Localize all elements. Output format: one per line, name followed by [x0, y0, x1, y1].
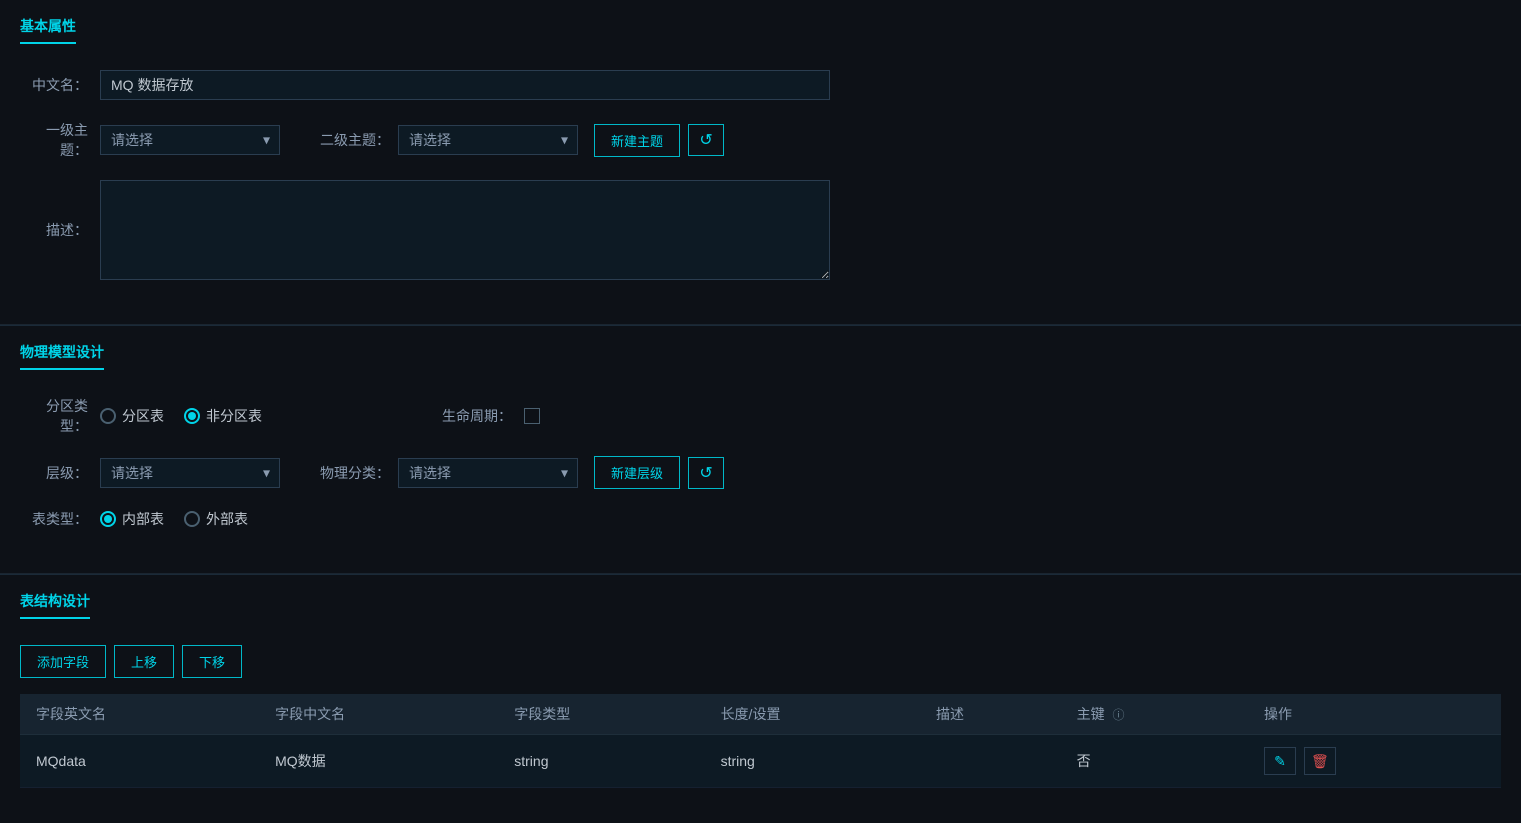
basic-section-title: 基本属性	[20, 16, 76, 44]
internal-table-radio[interactable]: 内部表	[100, 509, 164, 529]
col-field-english-name: 字段英文名	[20, 694, 259, 735]
external-table-label: 外部表	[206, 509, 248, 529]
non-partition-table-radio[interactable]: 非分区表	[184, 406, 262, 426]
table-type-row: 表类型： 内部表 外部表	[20, 509, 1501, 529]
physical-category-select-wrapper: 请选择	[398, 458, 578, 488]
add-field-button[interactable]: 添加字段	[20, 645, 106, 678]
new-level-button[interactable]: 新建层级	[594, 456, 680, 489]
physical-category-select[interactable]: 请选择	[398, 458, 578, 488]
level-label: 层级：	[20, 463, 100, 483]
col-description: 描述	[920, 694, 1061, 735]
partition-table-radio-circle	[100, 408, 116, 424]
external-table-radio-circle	[184, 511, 200, 527]
internal-table-label: 内部表	[122, 509, 164, 529]
cell-field-english-name: MQdata	[20, 735, 259, 788]
external-table-radio[interactable]: 外部表	[184, 509, 248, 529]
physical-category-label: 物理分类：	[320, 463, 390, 483]
basic-properties-section: 基本属性 中文名： 一级主题： 请选择 二级主题： 请选择 新建主题 ↺	[0, 0, 1521, 325]
table-type-radio-group: 内部表 外部表	[100, 509, 248, 529]
secondary-topic-wrapper: 请选择	[398, 125, 578, 155]
physical-section-title-bar: 物理模型设计	[20, 342, 1501, 372]
internal-table-radio-circle	[100, 511, 116, 527]
cell-description	[920, 735, 1061, 788]
col-field-chinese-name: 字段中文名	[259, 694, 498, 735]
lifecycle-checkbox[interactable]	[524, 408, 540, 424]
table-structure-title-bar: 表结构设计	[20, 591, 1501, 621]
table-header-row: 字段英文名 字段中文名 字段类型 长度/设置 描述 主键	[20, 694, 1501, 735]
refresh-topic-icon: ↺	[699, 130, 712, 150]
col-primary-key: 主键 ⓘ	[1061, 694, 1248, 735]
move-down-button[interactable]: 下移	[182, 645, 242, 678]
cell-field-type: string	[498, 735, 704, 788]
level-select[interactable]: 请选择	[100, 458, 280, 488]
primary-topic-select[interactable]: 请选择	[100, 125, 280, 155]
description-row: 描述：	[20, 180, 1501, 280]
partition-table-label: 分区表	[122, 406, 164, 426]
col-field-type: 字段类型	[498, 694, 704, 735]
refresh-level-icon: ↺	[699, 463, 712, 483]
partition-type-radio-group: 分区表 非分区表	[100, 406, 262, 426]
description-label: 描述：	[20, 220, 100, 240]
refresh-topic-button[interactable]: ↺	[688, 124, 724, 156]
partition-type-label: 分区类型：	[20, 396, 100, 436]
topic-row: 一级主题： 请选择 二级主题： 请选择 新建主题 ↺	[20, 120, 1501, 160]
basic-section-title-bar: 基本属性	[20, 16, 1501, 46]
chinese-name-input[interactable]	[100, 70, 830, 100]
non-partition-table-label: 非分区表	[206, 406, 262, 426]
non-partition-table-radio-circle	[184, 408, 200, 424]
page-container: 基本属性 中文名： 一级主题： 请选择 二级主题： 请选择 新建主题 ↺	[0, 0, 1521, 823]
edit-field-button[interactable]: ✎	[1264, 747, 1296, 775]
cell-operations: ✎ 🗑	[1248, 735, 1501, 788]
chinese-name-label: 中文名：	[20, 75, 100, 95]
edit-icon: ✎	[1274, 753, 1286, 770]
field-table: 字段英文名 字段中文名 字段类型 长度/设置 描述 主键	[20, 694, 1501, 788]
primary-topic-label: 一级主题：	[20, 120, 100, 160]
table-type-label: 表类型：	[20, 509, 100, 529]
table-toolbar: 添加字段 上移 下移	[20, 645, 1501, 678]
physical-model-section: 物理模型设计 分区类型： 分区表 非分区表 生命周期： 层级：	[0, 326, 1521, 574]
primary-topic-wrapper: 请选择	[100, 125, 280, 155]
new-topic-button[interactable]: 新建主题	[594, 124, 680, 157]
table-structure-title: 表结构设计	[20, 591, 90, 619]
level-select-wrapper: 请选择	[100, 458, 280, 488]
table-structure-section: 表结构设计 添加字段 上移 下移 字段英文名 字段中文名 字段类型	[0, 575, 1521, 788]
col-length-settings: 长度/设置	[705, 694, 920, 735]
physical-section-title: 物理模型设计	[20, 342, 104, 370]
refresh-level-button[interactable]: ↺	[688, 457, 724, 489]
chinese-name-row: 中文名：	[20, 70, 1501, 100]
delete-icon: 🗑	[1311, 753, 1329, 770]
secondary-topic-label: 二级主题：	[320, 130, 390, 150]
cell-length-settings: string	[705, 735, 920, 788]
col-operations: 操作	[1248, 694, 1501, 735]
primary-key-info-icon: ⓘ	[1113, 708, 1125, 722]
secondary-topic-select[interactable]: 请选择	[398, 125, 578, 155]
level-row: 层级： 请选择 物理分类： 请选择 新建层级 ↺	[20, 456, 1501, 489]
partition-table-radio[interactable]: 分区表	[100, 406, 164, 426]
table-row: MQdata MQ数据 string string 否	[20, 735, 1501, 788]
cell-primary-key: 否	[1061, 735, 1248, 788]
delete-field-button[interactable]: 🗑	[1304, 747, 1336, 775]
partition-type-row: 分区类型： 分区表 非分区表 生命周期：	[20, 396, 1501, 436]
cell-field-chinese-name: MQ数据	[259, 735, 498, 788]
lifecycle-label: 生命周期：	[442, 406, 512, 426]
description-textarea[interactable]	[100, 180, 830, 280]
move-up-button[interactable]: 上移	[114, 645, 174, 678]
